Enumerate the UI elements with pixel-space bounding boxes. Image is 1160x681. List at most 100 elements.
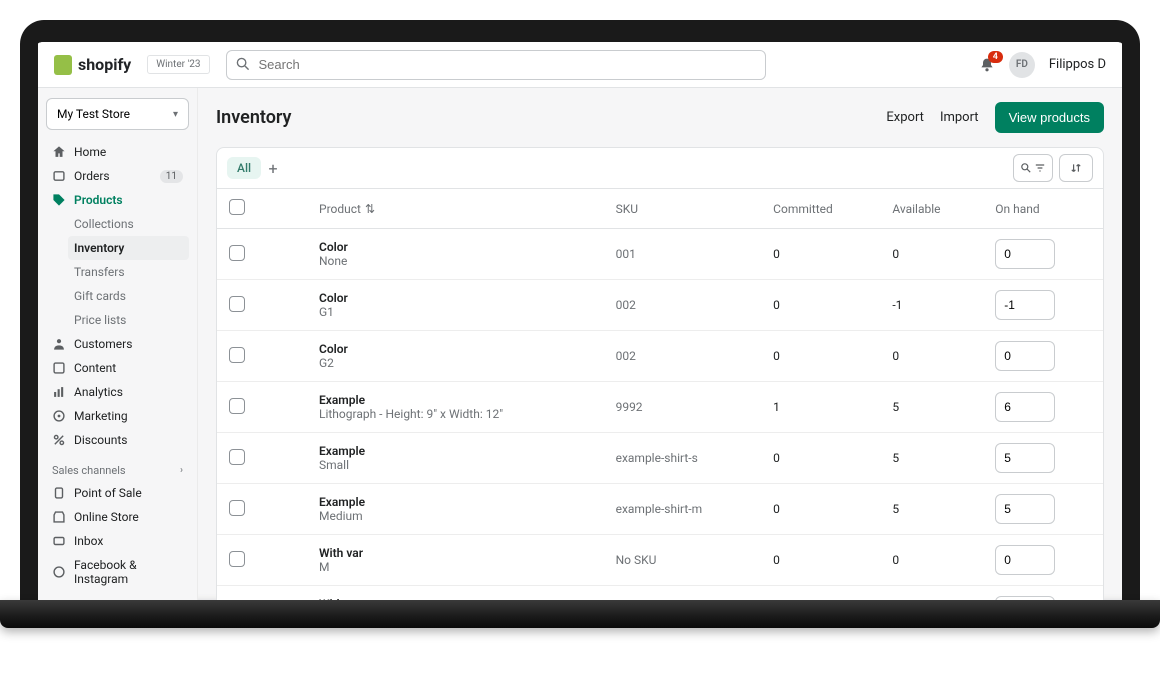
search-wrap (226, 50, 766, 80)
sales-channels-heading: Sales channels › (46, 458, 189, 481)
sidebar-item-discounts[interactable]: Discounts (46, 428, 189, 452)
sidebar-item-inventory[interactable]: Inventory (68, 236, 189, 260)
content-icon (52, 361, 66, 375)
avatar[interactable]: FD (1009, 52, 1035, 78)
sidebar-item-fb-ig[interactable]: Facebook & Instagram (46, 553, 189, 591)
on-hand-input[interactable] (995, 341, 1055, 371)
search-filter-button[interactable] (1013, 154, 1053, 182)
sidebar-item-collections[interactable]: Collections (68, 212, 189, 236)
home-icon (52, 145, 66, 159)
main-content: Inventory Export Import View products Al… (198, 88, 1122, 600)
row-checkbox[interactable] (229, 551, 245, 567)
cell-committed: 0 (761, 433, 880, 484)
product-name[interactable]: Color (319, 342, 592, 356)
sidebar-item-inbox[interactable]: Inbox (46, 529, 189, 553)
product-name[interactable]: Color (319, 240, 592, 254)
sidebar-item-home[interactable]: Home (46, 140, 189, 164)
table-row: Color G1 002 0 -1 (217, 280, 1103, 331)
shopify-logo[interactable]: shopify (54, 55, 131, 75)
import-button[interactable]: Import (940, 110, 979, 125)
view-products-button[interactable]: View products (995, 102, 1104, 133)
notifications-button[interactable]: 4 (979, 57, 995, 73)
product-name[interactable]: Example (319, 393, 592, 407)
product-variant: Small (319, 458, 592, 472)
on-hand-input[interactable] (995, 545, 1055, 575)
store-icon (52, 510, 66, 524)
user-name[interactable]: Filippos D (1049, 57, 1106, 72)
add-view-button[interactable]: + (261, 159, 285, 178)
cell-available: 0 (880, 331, 983, 382)
sidebar-item-transfers[interactable]: Transfers (68, 260, 189, 284)
row-checkbox[interactable] (229, 398, 245, 414)
cell-sku: 9992 (604, 382, 762, 433)
cell-committed: 1 (761, 382, 880, 433)
product-variant: M (319, 560, 592, 574)
on-hand-input[interactable] (995, 392, 1055, 422)
chevron-right-icon[interactable]: › (180, 465, 183, 476)
sidebar: My Test Store ▾ Home Orders 11 (38, 88, 198, 600)
sidebar-item-orders[interactable]: Orders 11 (46, 164, 189, 188)
col-available[interactable]: Available (880, 189, 983, 229)
col-sku[interactable]: SKU (604, 189, 762, 229)
sort-icon (1070, 162, 1082, 174)
cell-available: -1 (880, 280, 983, 331)
sidebar-item-products[interactable]: Products (46, 188, 189, 212)
product-variant: Medium (319, 509, 592, 523)
row-checkbox[interactable] (229, 296, 245, 312)
edition-badge[interactable]: Winter '23 (147, 55, 209, 74)
sidebar-item-customers[interactable]: Customers (46, 332, 189, 356)
table-row: With var L No SKU 0 0 (217, 586, 1103, 601)
tab-all[interactable]: All (227, 157, 261, 179)
app-header: shopify Winter '23 4 FD Filippos D (38, 42, 1122, 88)
on-hand-input[interactable] (995, 494, 1055, 524)
col-on-hand[interactable]: On hand (983, 189, 1103, 229)
search-input[interactable] (226, 50, 766, 80)
cell-sku: 002 (604, 331, 762, 382)
row-checkbox[interactable] (229, 347, 245, 363)
sidebar-item-label: Gift cards (74, 289, 126, 303)
product-variant: G1 (319, 305, 592, 319)
col-committed[interactable]: Committed (761, 189, 880, 229)
sort-button[interactable] (1059, 154, 1093, 182)
cell-sku: example-shirt-m (604, 484, 762, 535)
row-checkbox[interactable] (229, 245, 245, 261)
product-name[interactable]: With var (319, 546, 592, 560)
chevron-down-icon: ▾ (173, 109, 178, 120)
sidebar-item-label: Transfers (74, 265, 125, 279)
customers-icon (52, 337, 66, 351)
laptop-base (0, 600, 1160, 628)
product-name[interactable]: With var (319, 597, 592, 600)
sidebar-item-gift-cards[interactable]: Gift cards (68, 284, 189, 308)
on-hand-input[interactable] (995, 290, 1055, 320)
cell-committed: 0 (761, 484, 880, 535)
sidebar-item-online-store[interactable]: Online Store (46, 505, 189, 529)
product-name[interactable]: Example (319, 444, 592, 458)
sidebar-item-label: Marketing (74, 409, 128, 423)
sidebar-item-label: Facebook & Instagram (74, 558, 183, 586)
export-button[interactable]: Export (886, 110, 924, 125)
sidebar-item-pos[interactable]: Point of Sale (46, 481, 189, 505)
table-row: Example Lithograph - Height: 9" x Width:… (217, 382, 1103, 433)
select-all-checkbox[interactable] (229, 199, 245, 215)
product-name[interactable]: Example (319, 495, 592, 509)
page-title: Inventory (216, 107, 291, 128)
on-hand-input[interactable] (995, 239, 1055, 269)
on-hand-input[interactable] (995, 443, 1055, 473)
store-selector[interactable]: My Test Store ▾ (46, 98, 189, 130)
cell-available: 0 (880, 229, 983, 280)
sidebar-item-marketing[interactable]: Marketing (46, 404, 189, 428)
sidebar-item-label: Inventory (74, 241, 124, 255)
product-name[interactable]: Color (319, 291, 592, 305)
sidebar-item-label: Customers (74, 337, 132, 351)
col-product[interactable]: Product⇅ (307, 189, 604, 229)
sidebar-item-label: Collections (74, 217, 134, 231)
sidebar-item-label: Orders (74, 169, 110, 183)
sidebar-item-price-lists[interactable]: Price lists (68, 308, 189, 332)
cell-sku: No SKU (604, 535, 762, 586)
sidebar-item-content[interactable]: Content (46, 356, 189, 380)
row-checkbox[interactable] (229, 449, 245, 465)
row-checkbox[interactable] (229, 500, 245, 516)
cell-available: 5 (880, 484, 983, 535)
on-hand-input[interactable] (995, 596, 1055, 600)
sidebar-item-analytics[interactable]: Analytics (46, 380, 189, 404)
